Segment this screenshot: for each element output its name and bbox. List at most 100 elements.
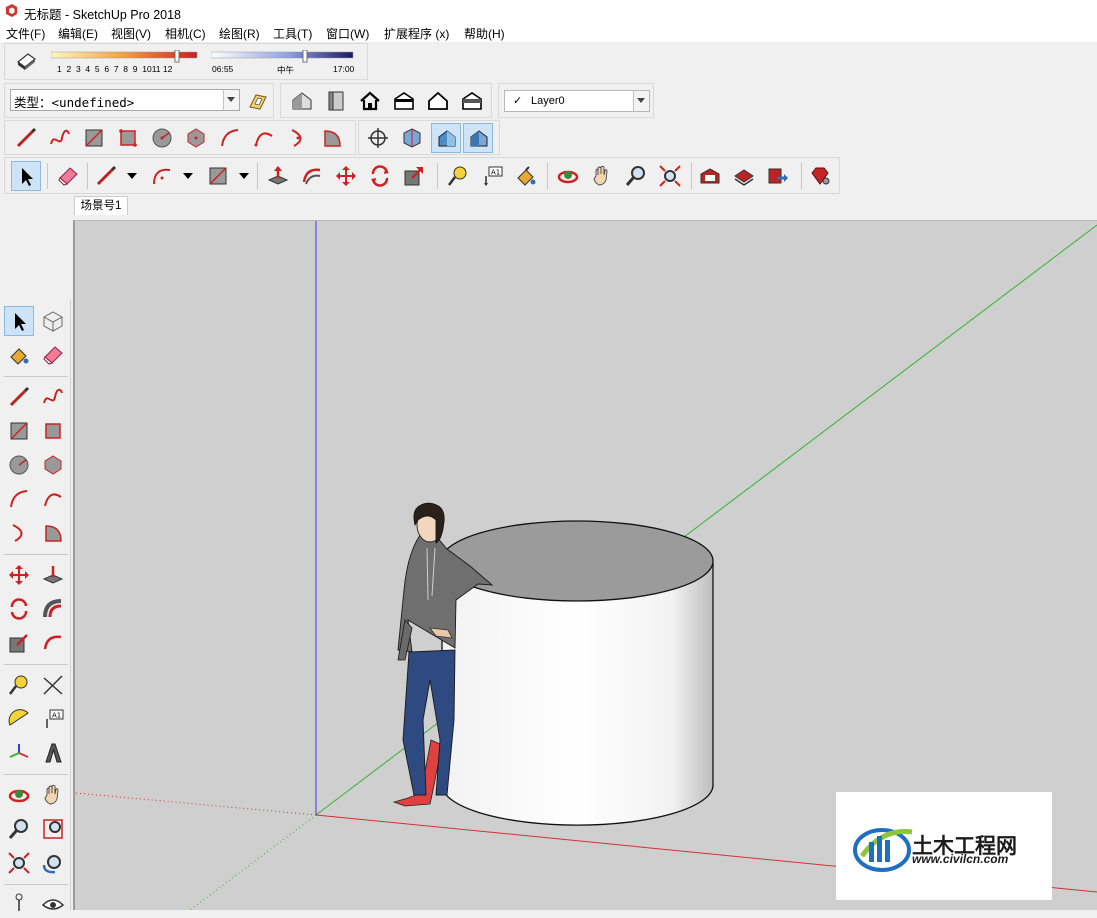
dimension-side-button[interactable] <box>38 670 68 700</box>
text-side-button[interactable]: A1 <box>38 704 68 734</box>
share-model-large-button[interactable] <box>729 161 759 191</box>
rotate-side-button[interactable] <box>4 594 34 624</box>
menu-help[interactable]: 帮助(H) <box>464 25 505 42</box>
pie-side-button[interactable] <box>38 518 68 548</box>
scale-side-button[interactable] <box>4 628 34 658</box>
chevron-down-icon[interactable] <box>633 91 649 111</box>
zoom-extents-button[interactable] <box>655 161 685 191</box>
zoom-extents-side-button[interactable] <box>4 848 34 878</box>
entity-type-select[interactable]: 类型：<undefined> <box>10 89 240 111</box>
menu-window[interactable]: 窗口(W) <box>326 25 369 42</box>
circle-side-button[interactable] <box>4 450 34 480</box>
follow-me-side-button[interactable] <box>38 628 68 658</box>
rotated-rectangle-side-button[interactable] <box>38 416 68 446</box>
warehouse-models-button[interactable] <box>287 86 317 116</box>
zoom-window-side-button[interactable] <box>38 814 68 844</box>
time-slider[interactable] <box>211 50 357 64</box>
zoom-side-button[interactable] <box>4 814 34 844</box>
textured-button[interactable] <box>463 123 493 153</box>
polygon-side-button[interactable] <box>38 450 68 480</box>
make-component-button[interactable] <box>38 306 68 336</box>
menu-edit[interactable]: 编辑(E) <box>58 25 98 42</box>
position-camera-button[interactable] <box>363 123 393 153</box>
freehand-side-button[interactable] <box>38 382 68 412</box>
tape-measure-button[interactable] <box>443 161 473 191</box>
rotated-rectangle-button[interactable] <box>113 123 143 153</box>
pan-side-button[interactable] <box>38 780 68 810</box>
month-slider[interactable] <box>51 50 201 64</box>
three-point-arc-side-button[interactable] <box>4 518 34 548</box>
tape-side-button[interactable] <box>4 670 34 700</box>
xray-button[interactable] <box>397 123 427 153</box>
warehouse-3d-button[interactable] <box>695 161 725 191</box>
line-tool-button[interactable] <box>11 123 41 153</box>
previous-view-side-button[interactable] <box>38 848 68 878</box>
view-style-toolbar <box>358 120 500 155</box>
menu-extensions[interactable]: 扩展程序 (x) <box>384 25 449 42</box>
select-tool-button[interactable] <box>11 161 41 191</box>
home-button[interactable] <box>355 86 385 116</box>
arc-side-button[interactable] <box>4 484 34 514</box>
circle-tool-button[interactable] <box>147 123 177 153</box>
move-tool-button[interactable] <box>331 161 361 191</box>
share-model-button[interactable] <box>321 86 351 116</box>
dynamic-component-button[interactable] <box>243 86 273 116</box>
chevron-down-icon[interactable] <box>223 90 239 110</box>
entity-type-toolbar: 类型：<undefined> <box>4 83 274 118</box>
zoom-tool-button[interactable] <box>621 161 651 191</box>
3d-text-side-button[interactable] <box>38 738 68 768</box>
line-side-button[interactable] <box>4 382 34 412</box>
two-point-arc-button[interactable] <box>249 123 279 153</box>
freehand-tool-button[interactable] <box>45 123 75 153</box>
scale-tool-button[interactable] <box>399 161 429 191</box>
select-tool-side-button[interactable] <box>4 306 34 336</box>
shaded-button[interactable] <box>431 123 461 153</box>
text-tool-button[interactable]: A1 <box>477 161 507 191</box>
menu-view[interactable]: 视图(V) <box>111 25 151 42</box>
eraser-side-button[interactable] <box>38 340 68 370</box>
paint-bucket-side-button[interactable] <box>4 340 34 370</box>
rectangle-tool-button[interactable] <box>79 123 109 153</box>
position-camera-side-button[interactable] <box>4 888 34 918</box>
extension-warehouse-large-button[interactable] <box>805 161 835 191</box>
orbit-side-button[interactable] <box>4 780 34 810</box>
extension-manager-button[interactable] <box>457 86 487 116</box>
pan-tool-button[interactable] <box>587 161 617 191</box>
chevron-down-icon[interactable] <box>183 173 193 179</box>
offset-side-button[interactable] <box>38 594 68 624</box>
share-component-large-button[interactable] <box>763 161 793 191</box>
shadow-toggle-button[interactable] <box>11 47 41 77</box>
axes-side-button[interactable] <box>4 738 34 768</box>
separator <box>4 884 68 885</box>
arc-tool-large-button[interactable] <box>147 161 177 191</box>
menu-camera[interactable]: 相机(C) <box>165 25 206 42</box>
look-around-side-button[interactable] <box>38 888 68 918</box>
layer-select[interactable]: ✓ Layer0 <box>504 90 650 112</box>
scene-tab[interactable]: 场景号1 <box>74 196 128 215</box>
follow-me-button[interactable] <box>297 161 327 191</box>
paint-bucket-button[interactable] <box>511 161 541 191</box>
arc-tool-button[interactable] <box>215 123 245 153</box>
eraser-tool-button[interactable] <box>53 161 83 191</box>
push-pull-button[interactable] <box>263 161 293 191</box>
menu-draw[interactable]: 绘图(R) <box>219 25 260 42</box>
two-point-arc-side-button[interactable] <box>38 484 68 514</box>
three-point-arc-button[interactable] <box>283 123 313 153</box>
orbit-tool-button[interactable] <box>553 161 583 191</box>
pie-tool-button[interactable] <box>317 123 347 153</box>
separator <box>4 554 68 555</box>
shape-tool-large-button[interactable] <box>203 161 233 191</box>
push-pull-side-button[interactable] <box>38 560 68 590</box>
protractor-side-button[interactable] <box>4 704 34 734</box>
chevron-down-icon[interactable] <box>127 173 137 179</box>
chevron-down-icon[interactable] <box>239 173 249 179</box>
rectangle-side-button[interactable] <box>4 416 34 446</box>
menu-file[interactable]: 文件(F) <box>6 25 45 42</box>
move-side-button[interactable] <box>4 560 34 590</box>
line-tool-large-button[interactable] <box>91 161 121 191</box>
polygon-tool-button[interactable] <box>181 123 211 153</box>
extension-warehouse-button[interactable] <box>423 86 453 116</box>
share-component-button[interactable] <box>389 86 419 116</box>
rotate-tool-button[interactable] <box>365 161 395 191</box>
menu-tools[interactable]: 工具(T) <box>273 25 312 42</box>
